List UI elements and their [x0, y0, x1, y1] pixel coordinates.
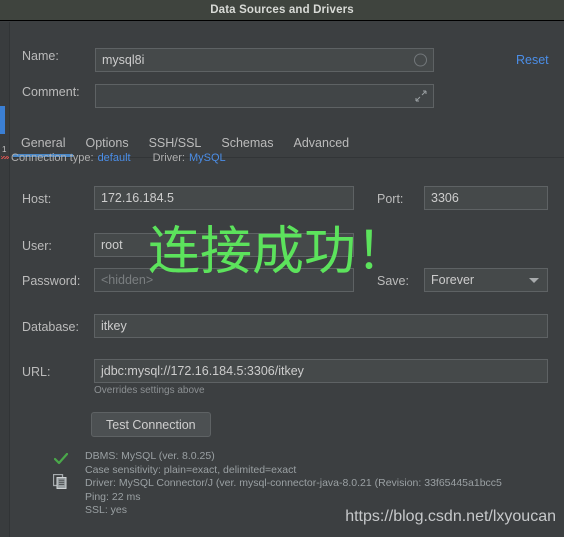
- driver-label: Driver:: [152, 152, 185, 164]
- user-label: User:: [22, 239, 52, 253]
- password-placeholder: <hidden>: [101, 273, 154, 287]
- tab-general-label: General: [21, 135, 66, 150]
- host-input-value: 172.16.184.5: [101, 191, 174, 205]
- url-hint-text: Overrides settings above: [94, 385, 205, 396]
- status-line: Driver: MySQL Connector/J (ver. mysql-co…: [85, 477, 502, 489]
- host-label: Host:: [22, 192, 52, 206]
- database-label: Database:: [22, 320, 79, 334]
- status-circle-icon: [414, 53, 427, 67]
- chevron-down-icon: [529, 278, 539, 283]
- tab-advanced[interactable]: Advanced: [284, 128, 360, 157]
- database-input[interactable]: itkey: [94, 314, 548, 338]
- success-check-icon: [53, 452, 69, 470]
- watermark-text: https://blog.csdn.net/lxyoucan: [345, 508, 556, 525]
- test-connection-label: Test Connection: [106, 417, 196, 432]
- tab-ssh-ssl-label: SSH/SSL: [148, 135, 202, 150]
- connection-type-value[interactable]: default: [98, 152, 131, 164]
- tab-schemas-label: Schemas: [221, 135, 274, 150]
- name-input-value: mysql8i: [102, 53, 145, 67]
- url-input[interactable]: jdbc:mysql://172.16.184.5:3306/itkey: [94, 359, 548, 383]
- copy-icon[interactable]: [52, 473, 68, 494]
- host-input[interactable]: 172.16.184.5: [94, 186, 354, 210]
- url-input-value: jdbc:mysql://172.16.184.5:3306/itkey: [101, 364, 304, 378]
- name-label: Name:: [22, 49, 59, 63]
- comment-label: Comment:: [22, 85, 80, 99]
- user-input[interactable]: root: [94, 233, 354, 257]
- port-input[interactable]: 3306: [424, 186, 548, 210]
- status-line: Case sensitivity: plain=exact, delimited…: [85, 463, 297, 476]
- connection-type-row: Connection type: default Driver: MySQL: [11, 152, 226, 164]
- port-label: Port:: [377, 192, 404, 206]
- line-number-marker: 1: [2, 145, 7, 154]
- save-dropdown[interactable]: Forever: [424, 268, 548, 292]
- error-squiggle-icon: [1, 156, 9, 159]
- expand-icon[interactable]: [415, 90, 427, 102]
- save-dropdown-value: Forever: [431, 273, 475, 287]
- name-row: Name:: [22, 49, 102, 63]
- reset-button[interactable]: Reset: [516, 53, 549, 67]
- password-label: Password:: [22, 274, 81, 288]
- password-input[interactable]: <hidden>: [94, 268, 354, 292]
- port-input-value: 3306: [431, 191, 459, 205]
- window-title: Data Sources and Drivers: [210, 4, 354, 16]
- tab-options-label: Options: [85, 135, 129, 150]
- comment-row: Comment:: [22, 85, 102, 99]
- driver-value[interactable]: MySQL: [189, 152, 226, 164]
- data-sources-dialog: Data Sources and Drivers 1 Name: mysql8i…: [0, 0, 564, 537]
- save-label: Save:: [377, 274, 409, 288]
- name-input[interactable]: mysql8i: [95, 48, 434, 72]
- status-line: Ping: 22 ms: [85, 490, 141, 503]
- connection-type-label: Connection type:: [11, 152, 94, 164]
- test-connection-button[interactable]: Test Connection: [91, 412, 211, 437]
- active-tab-marker: [0, 106, 5, 134]
- user-input-value: root: [101, 238, 123, 252]
- database-input-value: itkey: [101, 319, 127, 333]
- left-gutter-strip: [0, 22, 10, 537]
- comment-input[interactable]: [95, 84, 434, 108]
- window-titlebar: Data Sources and Drivers: [0, 0, 564, 21]
- tab-advanced-label: Advanced: [293, 135, 350, 150]
- status-line: DBMS: MySQL (ver. 8.0.25): [85, 450, 215, 462]
- url-label: URL:: [22, 365, 51, 379]
